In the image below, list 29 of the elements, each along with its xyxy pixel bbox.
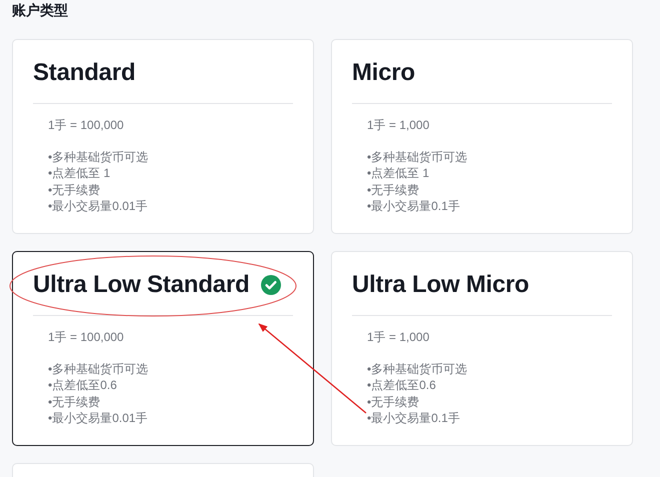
feature-item: •无手续费: [48, 182, 102, 198]
feature-item: •无手续费: [367, 182, 420, 198]
feature-item: •最小交易量0.01手: [48, 410, 149, 427]
feature-item: •多种基础货币可选: [48, 361, 150, 378]
card-title: Standard: [33, 58, 136, 86]
lot-size: 1手 = 100,000: [48, 329, 125, 346]
lot-size: 1手 = 1,000: [367, 117, 430, 134]
feature-item: •无手续费: [48, 394, 102, 410]
lot-size: 1手 = 100,000: [48, 117, 125, 134]
feature-item: •多种基础货币可选: [367, 361, 468, 378]
feature-item: •点差低至 1: [48, 165, 112, 182]
lot-size: 1手 = 1,000: [367, 329, 430, 346]
account-card[interactable]: Micro 1手 = 1,000 •多种基础货币可选 •点差低至 1 •无手续费 •最小交易量0.1手: [331, 39, 633, 234]
card-title: Ultra Low Standard: [33, 270, 250, 298]
account-card[interactable]: Ultra Low Micro 1手 = 1,000 •多种基础货币可选 •点差低至0.6 •无手续费 •最小交易量0.1手: [331, 251, 633, 446]
feature-item: •最小交易量0.1手: [367, 410, 461, 427]
feature-item: •点差低至 1: [367, 165, 430, 182]
feature-item: •点差低至0.6: [367, 377, 437, 394]
section-heading: 账户类型: [11, 1, 69, 20]
feature-item: •最小交易量0.1手: [367, 198, 461, 215]
account-card[interactable]: Standard 1手 = 100,000 •多种基础货币可选 •点差低至 1 •无手续费 •最小交易量0.01手: [12, 39, 314, 234]
feature-item: •无手续费: [367, 394, 420, 410]
feature-item: •多种基础货币可选: [48, 149, 150, 166]
card-title: Micro: [352, 58, 416, 86]
feature-item: •最小交易量0.01手: [48, 198, 149, 215]
account-card[interactable]: Ultra Low Standard 1手 = 100,000 •多种基础货币可选 •点差低至0.6 •无手续费 •最小交易量0.01手: [12, 251, 314, 446]
feature-item: •点差低至0.6: [48, 377, 118, 394]
card-title: Ultra Low Micro: [352, 270, 530, 298]
feature-item: •多种基础货币可选: [367, 149, 468, 166]
